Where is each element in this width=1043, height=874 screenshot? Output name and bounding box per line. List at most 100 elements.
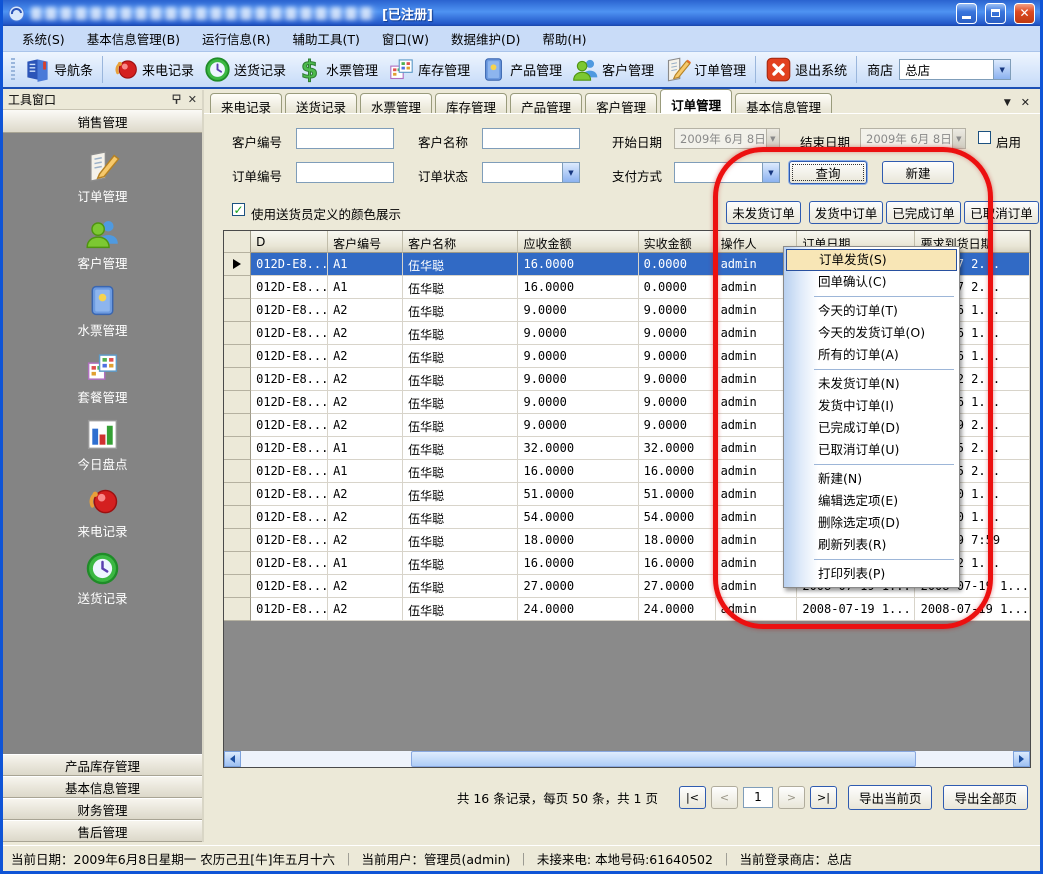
sidebar-item-today-inventory[interactable]: 今日盘点: [3, 417, 202, 484]
sidebar-item-delivery-records[interactable]: 送货记录: [3, 551, 202, 618]
new-button[interactable]: 新建: [882, 161, 954, 184]
pay-method-select[interactable]: ▼: [674, 162, 780, 183]
scrollbar-thumb[interactable]: [411, 751, 916, 767]
customer-name-input[interactable]: [482, 128, 580, 149]
filter-delivering-button[interactable]: 发货中订单: [809, 201, 883, 224]
toolbar-call-records-button[interactable]: 来电记录: [107, 54, 199, 85]
sidebar-section-after-sales[interactable]: 售后管理: [3, 820, 202, 842]
menu-item-today-orders[interactable]: 今天的订单(T): [786, 300, 957, 322]
menu-item-all-orders[interactable]: 所有的订单(A): [786, 344, 957, 366]
delivery-color-checkbox[interactable]: ✓: [232, 203, 245, 216]
export-current-page-button[interactable]: 导出当前页: [848, 785, 933, 810]
filter-undelivered-button[interactable]: 未发货订单: [726, 201, 801, 224]
toolbar-customer-button[interactable]: 客户管理: [567, 54, 659, 85]
sidebar-item-customer-management[interactable]: 客户管理: [3, 216, 202, 283]
filter-cancelled-button[interactable]: 已取消订单: [964, 201, 1039, 224]
col-receivable[interactable]: 应收金额: [518, 231, 638, 253]
cell-received: 9.0000: [639, 345, 716, 368]
tab-order-management[interactable]: 订单管理: [660, 89, 732, 113]
order-status-select[interactable]: ▼: [482, 162, 580, 183]
close-icon[interactable]: ✕: [188, 93, 197, 106]
menu-basic-info[interactable]: 基本信息管理(B): [76, 25, 191, 52]
cell-receivable: 32.0000: [518, 437, 638, 460]
menu-data-maintenance[interactable]: 数据维护(D): [440, 25, 531, 52]
menu-item-confirm-receipt[interactable]: 回单确认(C): [786, 271, 957, 293]
toolbar-product-button[interactable]: 产品管理: [475, 54, 567, 85]
tab-inventory[interactable]: 库存管理: [435, 93, 507, 113]
scroll-left-arrow-icon[interactable]: [224, 751, 241, 767]
sidebar-section-product-inventory[interactable]: 产品库存管理: [3, 754, 202, 776]
sidebar-section-sales[interactable]: 销售管理: [3, 110, 202, 133]
prev-page-button[interactable]: <: [711, 786, 738, 809]
menu-item-delete-selected[interactable]: 删除选定项(D): [786, 512, 957, 534]
enable-checkbox[interactable]: [978, 131, 991, 144]
exit-icon: [765, 56, 792, 83]
pin-icon[interactable]: [171, 94, 182, 105]
sidebar-item-call-records[interactable]: 来电记录: [3, 484, 202, 551]
tab-call-records[interactable]: 来电记录: [210, 93, 282, 113]
shop-select[interactable]: 总店 ▼: [899, 59, 1011, 80]
end-date-picker[interactable]: 2009年 6月 8日 ▼: [860, 128, 966, 149]
toolbar-order-button[interactable]: 订单管理: [659, 54, 751, 85]
menu-item-cancelled-orders[interactable]: 已取消订单(U): [786, 439, 957, 461]
close-button[interactable]: ✕: [1014, 3, 1035, 24]
menu-item-completed-orders[interactable]: 已完成订单(D): [786, 417, 957, 439]
sidebar-item-package-management[interactable]: 套餐管理: [3, 350, 202, 417]
tab-close-icon[interactable]: ✕: [1021, 96, 1030, 109]
tab-customer[interactable]: 客户管理: [585, 93, 657, 113]
tab-product[interactable]: 产品管理: [510, 93, 582, 113]
product-book-icon: [480, 56, 507, 83]
col-customer-name[interactable]: 客户名称: [403, 231, 518, 253]
dropdown-arrow-icon: ▼: [762, 163, 779, 182]
menu-item-new[interactable]: 新建(N): [786, 468, 957, 490]
menu-item-delivering-orders[interactable]: 发货中订单(I): [786, 395, 957, 417]
cell-id: 012D-E8...: [251, 506, 328, 529]
toolbar-inventory-button[interactable]: 库存管理: [383, 54, 475, 85]
col-id[interactable]: D: [251, 231, 328, 253]
grid-empty-area: [224, 621, 1030, 750]
menu-item-undelivered-orders[interactable]: 未发货订单(N): [786, 373, 957, 395]
toolbar-water-ticket-button[interactable]: $ 水票管理: [291, 54, 383, 85]
toolbar-delivery-records-button[interactable]: 送货记录: [199, 54, 291, 85]
minimize-button[interactable]: [956, 3, 977, 24]
col-received[interactable]: 实收金额: [639, 231, 716, 253]
cell-receivable: 18.0000: [518, 529, 638, 552]
horizontal-scrollbar[interactable]: [224, 750, 1030, 767]
menu-item-print-list[interactable]: 打印列表(P): [786, 563, 957, 585]
tab-basic-info[interactable]: 基本信息管理: [735, 93, 832, 113]
sidebar-item-order-management[interactable]: 订单管理: [3, 149, 202, 216]
start-date-picker[interactable]: 2009年 6月 8日 ▼: [674, 128, 780, 149]
menu-item-refresh-list[interactable]: 刷新列表(R): [786, 534, 957, 556]
tab-list-dropdown-icon[interactable]: ▼: [1004, 98, 1011, 108]
menu-window[interactable]: 窗口(W): [371, 25, 440, 52]
sidebar-section-basic-info[interactable]: 基本信息管理: [3, 776, 202, 798]
menu-item-today-shipped-orders[interactable]: 今天的发货订单(O): [786, 322, 957, 344]
col-customer-no[interactable]: 客户编号: [328, 231, 403, 253]
query-button[interactable]: 查询: [789, 161, 867, 184]
first-page-button[interactable]: |<: [679, 786, 706, 809]
export-all-pages-button[interactable]: 导出全部页: [943, 785, 1028, 810]
sidebar-item-water-ticket[interactable]: 水票管理: [3, 283, 202, 350]
toolbar-exit-button[interactable]: 退出系统: [760, 54, 852, 85]
last-page-button[interactable]: >|: [810, 786, 837, 809]
table-row[interactable]: 012D-E8... A2 伍华聪 24.0000 24.0000 admin …: [224, 598, 1030, 621]
tab-delivery-records[interactable]: 送货记录: [285, 93, 357, 113]
cell-customer-no: A1: [328, 253, 403, 276]
menu-system[interactable]: 系统(S): [11, 25, 76, 52]
tab-water-ticket[interactable]: 水票管理: [360, 93, 432, 113]
cell-receivable: 24.0000: [518, 598, 638, 621]
maximize-button[interactable]: [985, 3, 1006, 24]
menu-item-edit-selected[interactable]: 编辑选定项(E): [786, 490, 957, 512]
menu-runtime-info[interactable]: 运行信息(R): [191, 25, 281, 52]
page-number-input[interactable]: 1: [743, 787, 773, 808]
order-no-input[interactable]: [296, 162, 394, 183]
menu-help[interactable]: 帮助(H): [531, 25, 597, 52]
menu-item-ship-order[interactable]: 订单发货(S): [786, 249, 957, 271]
next-page-button[interactable]: >: [778, 786, 805, 809]
sidebar-section-finance[interactable]: 财务管理: [3, 798, 202, 820]
menu-tools[interactable]: 辅助工具(T): [282, 25, 371, 52]
filter-completed-button[interactable]: 已完成订单: [886, 201, 961, 224]
customer-no-input[interactable]: [296, 128, 394, 149]
scroll-right-arrow-icon[interactable]: [1013, 751, 1030, 767]
toolbar-navbar-button[interactable]: 导航条: [19, 54, 98, 85]
